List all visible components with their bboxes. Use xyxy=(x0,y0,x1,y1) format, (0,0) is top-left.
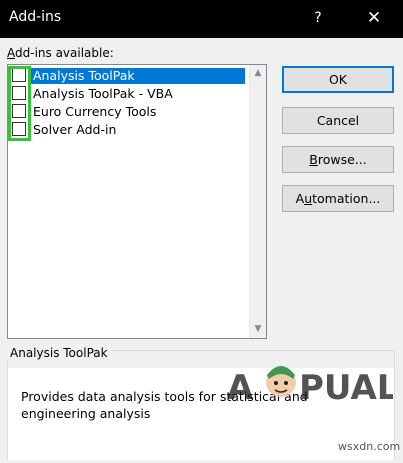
checkbox-euro-currency-tools[interactable] xyxy=(12,104,26,118)
checkbox-solver-add-in[interactable] xyxy=(12,122,26,136)
browse-button[interactable]: Browse... xyxy=(282,146,394,173)
list-item-label: Analysis ToolPak - VBA xyxy=(33,86,173,101)
watermark-url: wsxdn.com xyxy=(338,440,401,453)
description-text: Provides data analysis tools for statist… xyxy=(21,389,308,421)
list-item-label: Analysis ToolPak xyxy=(31,68,245,84)
close-button[interactable]: ✕ xyxy=(360,5,388,31)
description-title: Analysis ToolPak xyxy=(7,346,111,360)
automation-button[interactable]: Automation... xyxy=(282,185,394,212)
description-body: Provides data analysis tools for statist… xyxy=(8,368,394,460)
cancel-button[interactable]: Cancel xyxy=(282,107,394,134)
vertical-scrollbar[interactable]: ▲ ▼ xyxy=(249,65,266,338)
list-item-analysis-toolpak[interactable]: Analysis ToolPak xyxy=(9,67,249,84)
add-ins-listbox[interactable]: Analysis ToolPak Analysis ToolPak - VBA … xyxy=(7,64,267,339)
scroll-down-arrow-icon[interactable]: ▼ xyxy=(250,321,266,338)
ok-button[interactable]: OK xyxy=(282,66,394,93)
checkbox-analysis-toolpak-vba[interactable] xyxy=(12,86,26,100)
list-item-euro-currency-tools[interactable]: Euro Currency Tools xyxy=(9,103,249,120)
checkbox-analysis-toolpak[interactable] xyxy=(12,68,26,82)
help-button[interactable]: ? xyxy=(306,6,330,30)
list-item-label: Euro Currency Tools xyxy=(33,104,157,119)
add-ins-dialog: Add-ins available: Analysis ToolPak Anal… xyxy=(0,38,403,463)
description-group: Provides data analysis tools for statist… xyxy=(7,350,395,460)
window-title: Add-ins xyxy=(9,9,62,25)
title-bar: Add-ins ? ✕ xyxy=(0,0,403,38)
add-ins-available-label: Add-ins available: xyxy=(7,46,114,60)
list-item-solver-add-in[interactable]: Solver Add-in xyxy=(9,121,249,138)
list-item-label: Solver Add-in xyxy=(33,122,117,137)
list-item-analysis-toolpak-vba[interactable]: Analysis ToolPak - VBA xyxy=(9,85,249,102)
scroll-up-arrow-icon[interactable]: ▲ xyxy=(250,65,266,82)
